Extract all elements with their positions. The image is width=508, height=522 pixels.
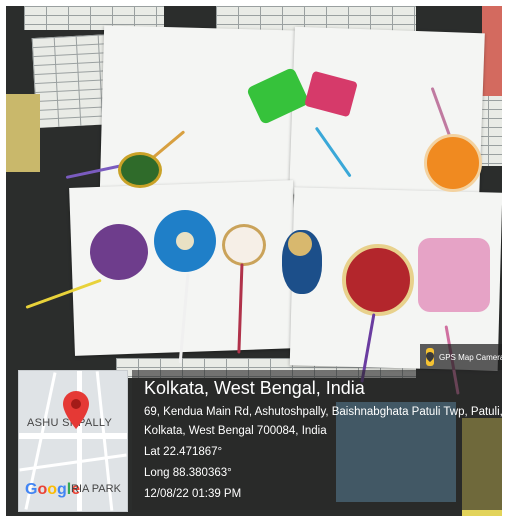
- rakhi-green-beaded: [118, 152, 162, 188]
- map-thumbnail: ASHU SHPALLY Google RIA PARK: [18, 370, 128, 512]
- map-area-label-2: RIA PARK: [71, 483, 121, 495]
- location-pin-icon: [63, 391, 89, 429]
- address-line-2: Kolkata, West Bengal 700084, India: [144, 425, 327, 437]
- rakhi-pink-roses: [418, 238, 490, 312]
- rakhi-red-mandala: [342, 244, 414, 316]
- rakhi-peacock-center: [288, 232, 312, 256]
- rakhi-blue-flower-center: [176, 232, 194, 250]
- latitude-text: Lat 22.471867°: [144, 446, 223, 458]
- rakhi-orange-flower: [424, 134, 482, 192]
- google-logo-letter: o: [37, 481, 48, 498]
- city-title: Kolkata, West Bengal, India: [144, 378, 365, 398]
- longitude-text: Long 88.380363°: [144, 467, 232, 479]
- photo: GPS Map Camera ASHU SHPALLY Google RIA P…: [6, 6, 502, 516]
- app-name-label: GPS Map Camera: [439, 352, 502, 362]
- background-notebook: [482, 6, 502, 96]
- address-line-1: 69, Kendua Main Rd, Ashutoshpally, Baish…: [144, 406, 502, 418]
- location-info-panel: Kolkata, West Bengal, India 69, Kendua M…: [132, 370, 502, 510]
- rakhi-pompom: [90, 224, 148, 280]
- google-logo-letter: o: [47, 481, 58, 498]
- google-logo-letter: g: [57, 481, 67, 498]
- map-road: [19, 433, 127, 439]
- datetime-text: 12/08/22 01:39 PM: [144, 488, 242, 500]
- gps-map-camera-badge: GPS Map Camera: [420, 344, 502, 370]
- google-logo-letter: G: [25, 481, 38, 498]
- camera-map-pin-icon: [426, 348, 434, 366]
- background-notebook: [6, 94, 40, 172]
- rakhi-white-medallion: [222, 224, 266, 266]
